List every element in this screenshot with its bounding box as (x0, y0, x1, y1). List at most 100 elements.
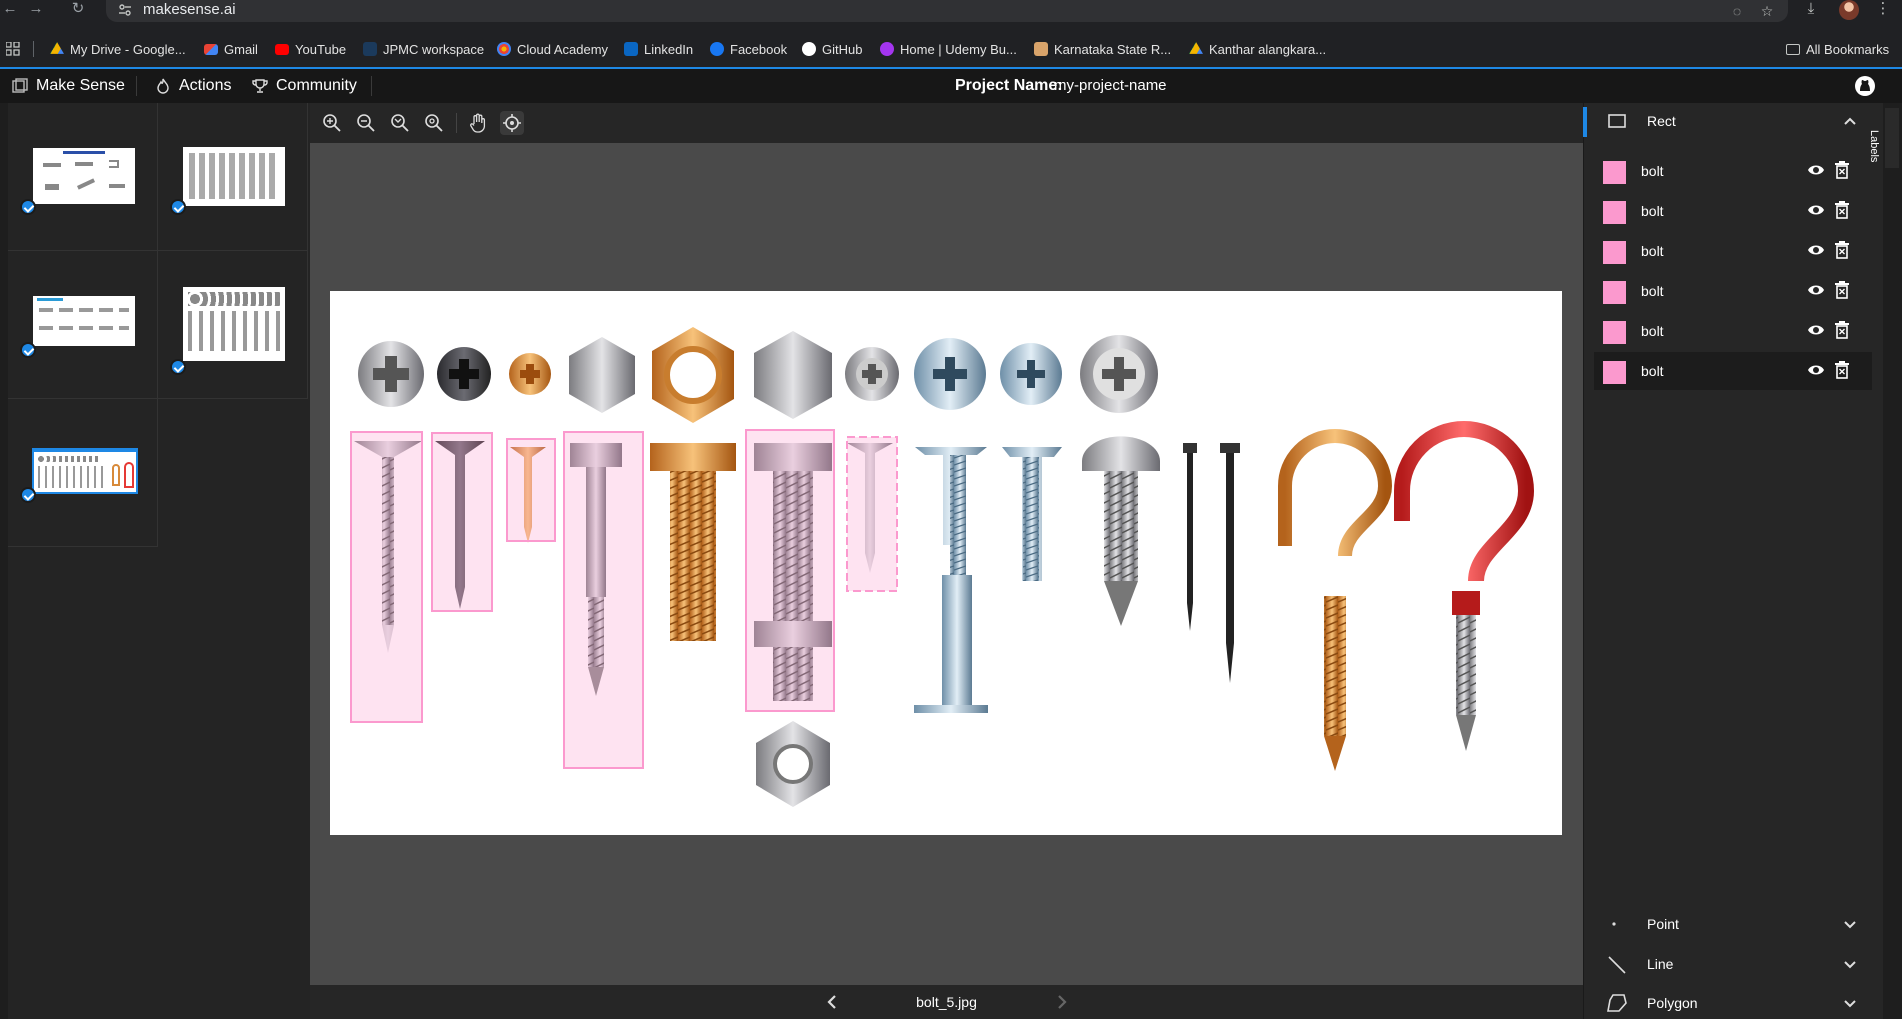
thumbnail-bolts-collection-4[interactable] (158, 251, 308, 399)
trash-icon[interactable] (1835, 161, 1849, 179)
community-menu[interactable]: Community (252, 69, 357, 103)
zoom-reset-icon[interactable] (422, 111, 446, 135)
annotation-box-selected[interactable] (846, 436, 898, 592)
bookmark-jpmc[interactable]: JPMC workspace (363, 38, 484, 60)
annotated-image[interactable] (330, 291, 1562, 835)
bookmark-facebook[interactable]: Facebook (710, 38, 787, 60)
label-color-swatch[interactable] (1603, 161, 1626, 184)
url-text[interactable]: makesense.ai (143, 1, 236, 18)
bookmark-gmail[interactable]: Gmail (204, 38, 258, 60)
thumbnail-check-icon (20, 342, 36, 358)
bookmark-star-icon[interactable]: ☆ (1758, 2, 1776, 20)
chevron-down-icon[interactable] (1844, 918, 1856, 930)
zoom-out-icon[interactable] (354, 111, 378, 135)
eye-icon[interactable] (1807, 243, 1825, 257)
address-bar[interactable]: makesense.ai ◌ ☆ (106, 0, 1788, 22)
bolts-image-illustration (350, 327, 1535, 807)
hand-icon[interactable] (466, 111, 490, 135)
annotation-box[interactable] (350, 431, 423, 723)
more-menu-icon[interactable]: ⋮ (1872, 0, 1894, 20)
bookmark-label: My Drive - Google... (70, 41, 186, 57)
annotation-box[interactable] (745, 429, 835, 712)
bookmark-my-drive[interactable]: My Drive - Google... (50, 38, 186, 60)
label-color-swatch[interactable] (1603, 321, 1626, 344)
line-section-header[interactable]: Line (1583, 948, 1883, 980)
thumbnail-types-of-bolts-1[interactable] (8, 103, 158, 251)
trash-icon[interactable] (1835, 241, 1849, 259)
label-name[interactable]: bolt (1641, 283, 1664, 299)
eye-icon[interactable] (1807, 363, 1825, 377)
bookmark-label: JPMC workspace (383, 41, 485, 57)
zoom-fit-icon[interactable] (388, 111, 412, 135)
bookmark-youtube[interactable]: YouTube (275, 38, 346, 60)
eye-off-icon[interactable]: ◌ (1728, 2, 1746, 20)
trash-icon[interactable] (1835, 361, 1849, 379)
eye-icon[interactable] (1807, 323, 1825, 337)
label-color-swatch[interactable] (1603, 361, 1626, 384)
eye-icon[interactable] (1807, 283, 1825, 297)
bookmark-kanthar[interactable]: Kanthar alangkara... (1189, 38, 1326, 60)
chevron-up-icon[interactable] (1844, 116, 1856, 128)
back-arrow-icon[interactable]: ← (0, 0, 20, 20)
bookmark-karnataka[interactable]: Karnataka State R... (1034, 38, 1171, 60)
label-row-selected[interactable]: bolt (1594, 352, 1872, 390)
point-icon (1612, 922, 1616, 926)
forward-arrow-icon[interactable]: → (26, 0, 46, 20)
all-bookmarks[interactable]: All Bookmarks (1786, 38, 1889, 60)
labels-tab[interactable] (1885, 108, 1899, 168)
label-name[interactable]: bolt (1641, 243, 1664, 259)
eye-icon[interactable] (1807, 163, 1825, 177)
chevron-down-icon[interactable] (1844, 958, 1856, 970)
profile-avatar[interactable] (1839, 0, 1859, 20)
bookmark-cloud-academy[interactable]: Cloud Academy (497, 38, 608, 60)
annotation-box[interactable] (506, 438, 556, 542)
reload-icon[interactable]: ↻ (68, 0, 88, 20)
site-info-icon[interactable] (118, 3, 132, 17)
crosshair-icon[interactable] (500, 111, 524, 135)
annotation-box[interactable] (563, 431, 644, 769)
bookmarks-bar: My Drive - Google... Gmail YouTube JPMC … (0, 38, 1902, 60)
label-row[interactable]: bolt (1594, 192, 1872, 230)
label-row[interactable]: bolt (1594, 152, 1872, 190)
github-icon[interactable] (1854, 75, 1876, 97)
label-row[interactable]: bolt (1594, 272, 1872, 310)
rect-active-indicator (1583, 107, 1587, 137)
point-section-header[interactable]: Point (1583, 908, 1883, 940)
header-divider (371, 76, 372, 96)
project-name-input[interactable]: my-project-name (1054, 69, 1167, 103)
label-row[interactable]: bolt (1594, 232, 1872, 270)
chevron-down-icon[interactable] (1844, 997, 1856, 1009)
eye-icon[interactable] (1807, 203, 1825, 217)
label-name[interactable]: bolt (1641, 323, 1664, 339)
zoom-in-icon[interactable] (320, 111, 344, 135)
thumbnail-types-of-bolts-3[interactable] (8, 251, 158, 399)
label-color-swatch[interactable] (1603, 201, 1626, 224)
google-drive-icon (1189, 42, 1203, 54)
trash-icon[interactable] (1835, 281, 1849, 299)
bookmark-linkedin[interactable]: LinkedIn (624, 38, 693, 60)
thumbnail-bolt-5[interactable] (8, 399, 158, 547)
download-icon[interactable]: ⤓ (1800, 0, 1822, 20)
polygon-section-header[interactable]: Polygon (1583, 987, 1883, 1019)
community-label: Community (276, 77, 357, 94)
actions-menu[interactable]: Actions (155, 69, 231, 103)
image-thumbnails-panel (8, 103, 310, 1019)
thumbnail-bolts-collection-2[interactable] (158, 103, 308, 251)
rect-section-header[interactable]: Rect (1583, 107, 1883, 137)
trash-icon[interactable] (1835, 321, 1849, 339)
bookmark-udemy[interactable]: Home | Udemy Bu... (880, 38, 1017, 60)
next-image-button[interactable] (1052, 992, 1072, 1012)
brand-logo[interactable]: Make Sense (12, 69, 125, 103)
label-color-swatch[interactable] (1603, 241, 1626, 264)
labels-tab-text[interactable]: Labels (1868, 130, 1880, 162)
label-name[interactable]: bolt (1641, 163, 1664, 179)
thumbnail-image (183, 147, 285, 206)
label-color-swatch[interactable] (1603, 281, 1626, 304)
bookmark-label: YouTube (295, 41, 347, 57)
bookmark-github[interactable]: GitHub (802, 38, 862, 60)
label-row[interactable]: bolt (1594, 312, 1872, 350)
label-name[interactable]: bolt (1641, 363, 1664, 379)
trash-icon[interactable] (1835, 201, 1849, 219)
annotation-box[interactable] (431, 432, 493, 612)
label-name[interactable]: bolt (1641, 203, 1664, 219)
